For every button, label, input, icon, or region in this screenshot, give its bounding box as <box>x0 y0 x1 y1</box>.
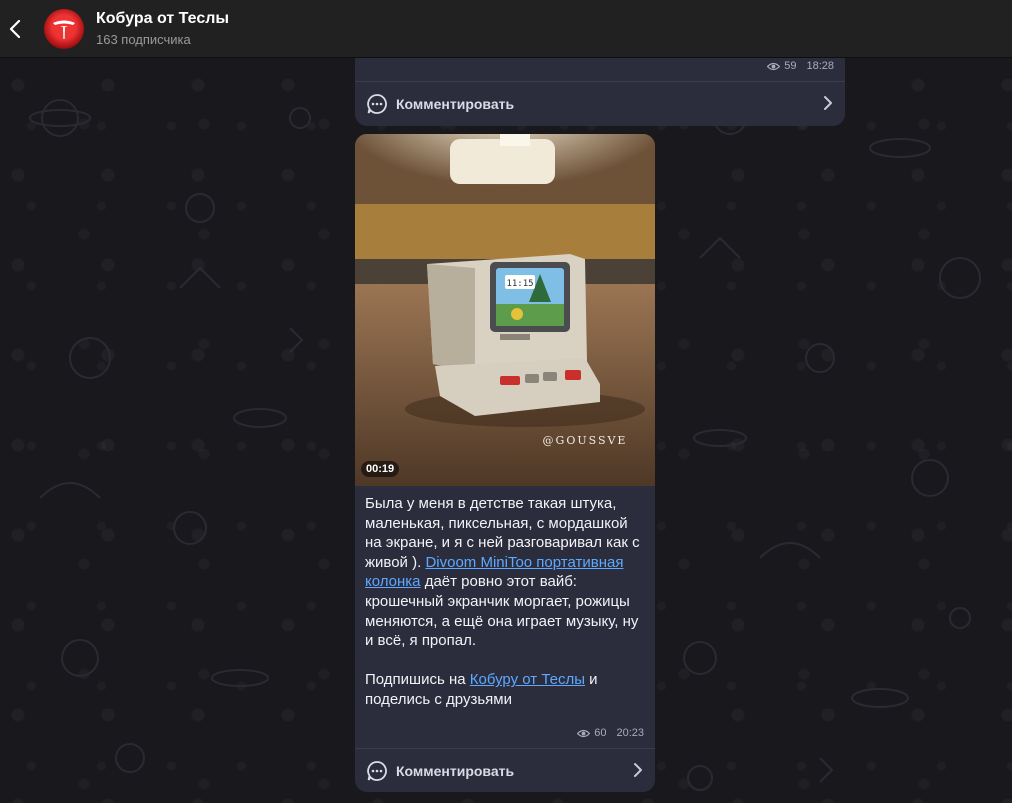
comment-icon <box>367 760 387 781</box>
message-bubble: 11:15 @GOUSSVE 00:19 Была у меня в детст… <box>355 134 655 792</box>
eye-icon <box>577 729 591 737</box>
chevron-right-icon <box>634 763 642 777</box>
message-time: 18:28 <box>806 60 834 72</box>
comment-label: Комментировать <box>396 95 515 112</box>
comment-icon <box>367 93 387 114</box>
channel-info[interactable]: Кобура от Теслы 163 подписчика <box>96 9 229 49</box>
comment-label: Комментировать <box>396 762 515 779</box>
comment-button[interactable]: Комментировать <box>355 748 655 792</box>
previous-message: 59 18:28 Комментировать <box>355 50 845 126</box>
chat-header: Кобура от Теслы 163 подписчика <box>0 0 1012 58</box>
screen-clock: 11:15 <box>506 279 533 289</box>
video-thumbnail[interactable]: 11:15 @GOUSSVE 00:19 <box>355 134 655 486</box>
eye-icon <box>767 62 781 70</box>
retro-computer-image: 11:15 @GOUSSVE <box>355 134 655 486</box>
chevron-right-icon <box>824 96 832 110</box>
text-segment: Подпишись на <box>365 671 470 689</box>
channel-link[interactable]: Кобуру от Теслы <box>470 671 585 688</box>
chevron-left-icon <box>9 19 21 38</box>
channel-title: Кобура от Теслы <box>96 9 230 27</box>
subscribe-paragraph: Подпишись на Кобуру от Теслы и поделись … <box>365 670 647 709</box>
back-button[interactable] <box>0 0 30 58</box>
tesla-logo-icon <box>53 20 75 39</box>
message-text: Была у меня в детстве такая штука, мален… <box>365 494 647 710</box>
photo-watermark: @GOUSSVE <box>543 434 628 447</box>
message-paragraph: Была у меня в детстве такая штука, мален… <box>365 494 647 651</box>
view-count: 60 <box>594 727 607 739</box>
view-count: 59 <box>784 60 797 72</box>
channel-avatar[interactable] <box>44 8 84 49</box>
comment-button[interactable]: Комментировать <box>355 81 845 125</box>
message-time: 20:23 <box>616 727 644 739</box>
subscriber-count: 163 подписчика <box>96 31 191 47</box>
message-meta: 60 20:23 <box>577 727 644 739</box>
video-duration: 00:19 <box>361 461 400 477</box>
message-meta: 59 18:28 <box>767 60 834 72</box>
